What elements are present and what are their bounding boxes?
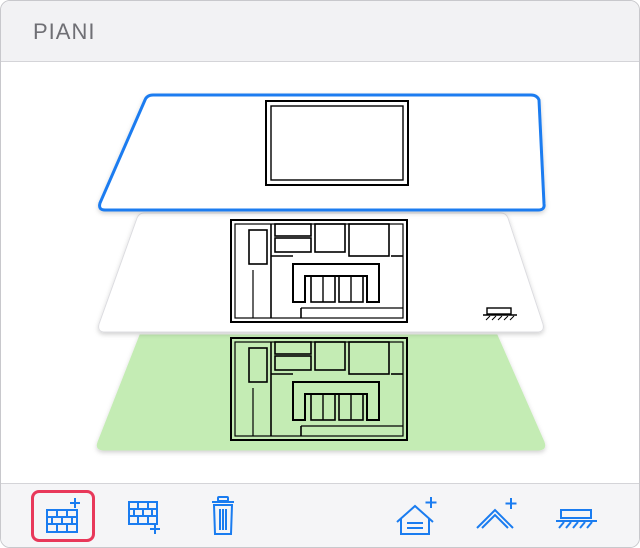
add-roof-button[interactable] [465,490,529,542]
floors-panel: PIANI [0,0,640,548]
floor-top[interactable] [98,93,546,212]
panel-header: PIANI [1,1,639,62]
add-floor-button[interactable] [31,490,95,542]
duplicate-floor-button[interactable] [111,490,175,542]
delete-floor-button[interactable] [191,490,255,542]
add-roof-house-button[interactable] [385,490,449,542]
floor-middle[interactable] [98,212,544,333]
house-plus-icon [396,497,437,535]
panel-title: PIANI [33,19,96,44]
floor-bottom[interactable] [96,334,546,451]
roof-plus-icon [476,498,517,529]
brick-wall-plus-icon [46,498,80,533]
ground-slab-icon [556,509,597,529]
floor-toolbar [1,483,639,547]
add-ground-button[interactable] [545,490,609,542]
floor-stack [1,62,639,482]
brick-wall-plus-small-icon [128,501,160,534]
trash-icon [212,496,234,535]
